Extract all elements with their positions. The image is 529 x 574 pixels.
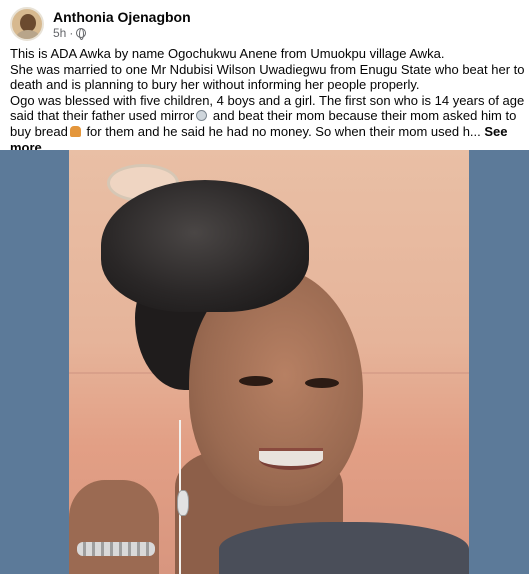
post-paragraph-2: She was married to one Mr Ndubisi Wilson… bbox=[10, 61, 525, 93]
author-name[interactable]: Anthonia Ojenagbon bbox=[53, 8, 191, 26]
left-eye bbox=[239, 376, 273, 386]
facebook-post: Anthonia Ojenagbon 5h · This is ADA Awka… bbox=[0, 0, 529, 574]
post-header: Anthonia Ojenagbon 5h · bbox=[10, 6, 191, 42]
post-paragraph-3-part3: for them and he said he had no money. So… bbox=[82, 123, 485, 139]
post-paragraph-1: This is ADA Awka by name Ogochukwu Anene… bbox=[10, 46, 445, 61]
bracelet bbox=[77, 542, 155, 556]
post-paragraph-3: Ogo was blessed with five children, 4 bo… bbox=[10, 93, 525, 155]
hand bbox=[69, 480, 159, 574]
smile bbox=[259, 448, 323, 470]
post-photo[interactable] bbox=[69, 150, 469, 574]
post-photo-container[interactable] bbox=[0, 150, 529, 574]
post-time[interactable]: 5h bbox=[53, 26, 66, 41]
bread-icon bbox=[69, 125, 81, 137]
mirror-icon bbox=[196, 110, 208, 122]
author-avatar[interactable] bbox=[10, 7, 44, 41]
shirt bbox=[219, 522, 469, 574]
post-subline: 5h · bbox=[53, 26, 191, 41]
globe-icon[interactable] bbox=[76, 28, 87, 40]
separator-dot: · bbox=[69, 25, 74, 40]
post-meta: Anthonia Ojenagbon 5h · bbox=[53, 8, 191, 41]
earring bbox=[177, 490, 189, 516]
post-text: This is ADA Awka by name Ogochukwu Anene… bbox=[10, 46, 525, 155]
hair-bun bbox=[101, 180, 309, 312]
right-eye bbox=[305, 378, 339, 388]
